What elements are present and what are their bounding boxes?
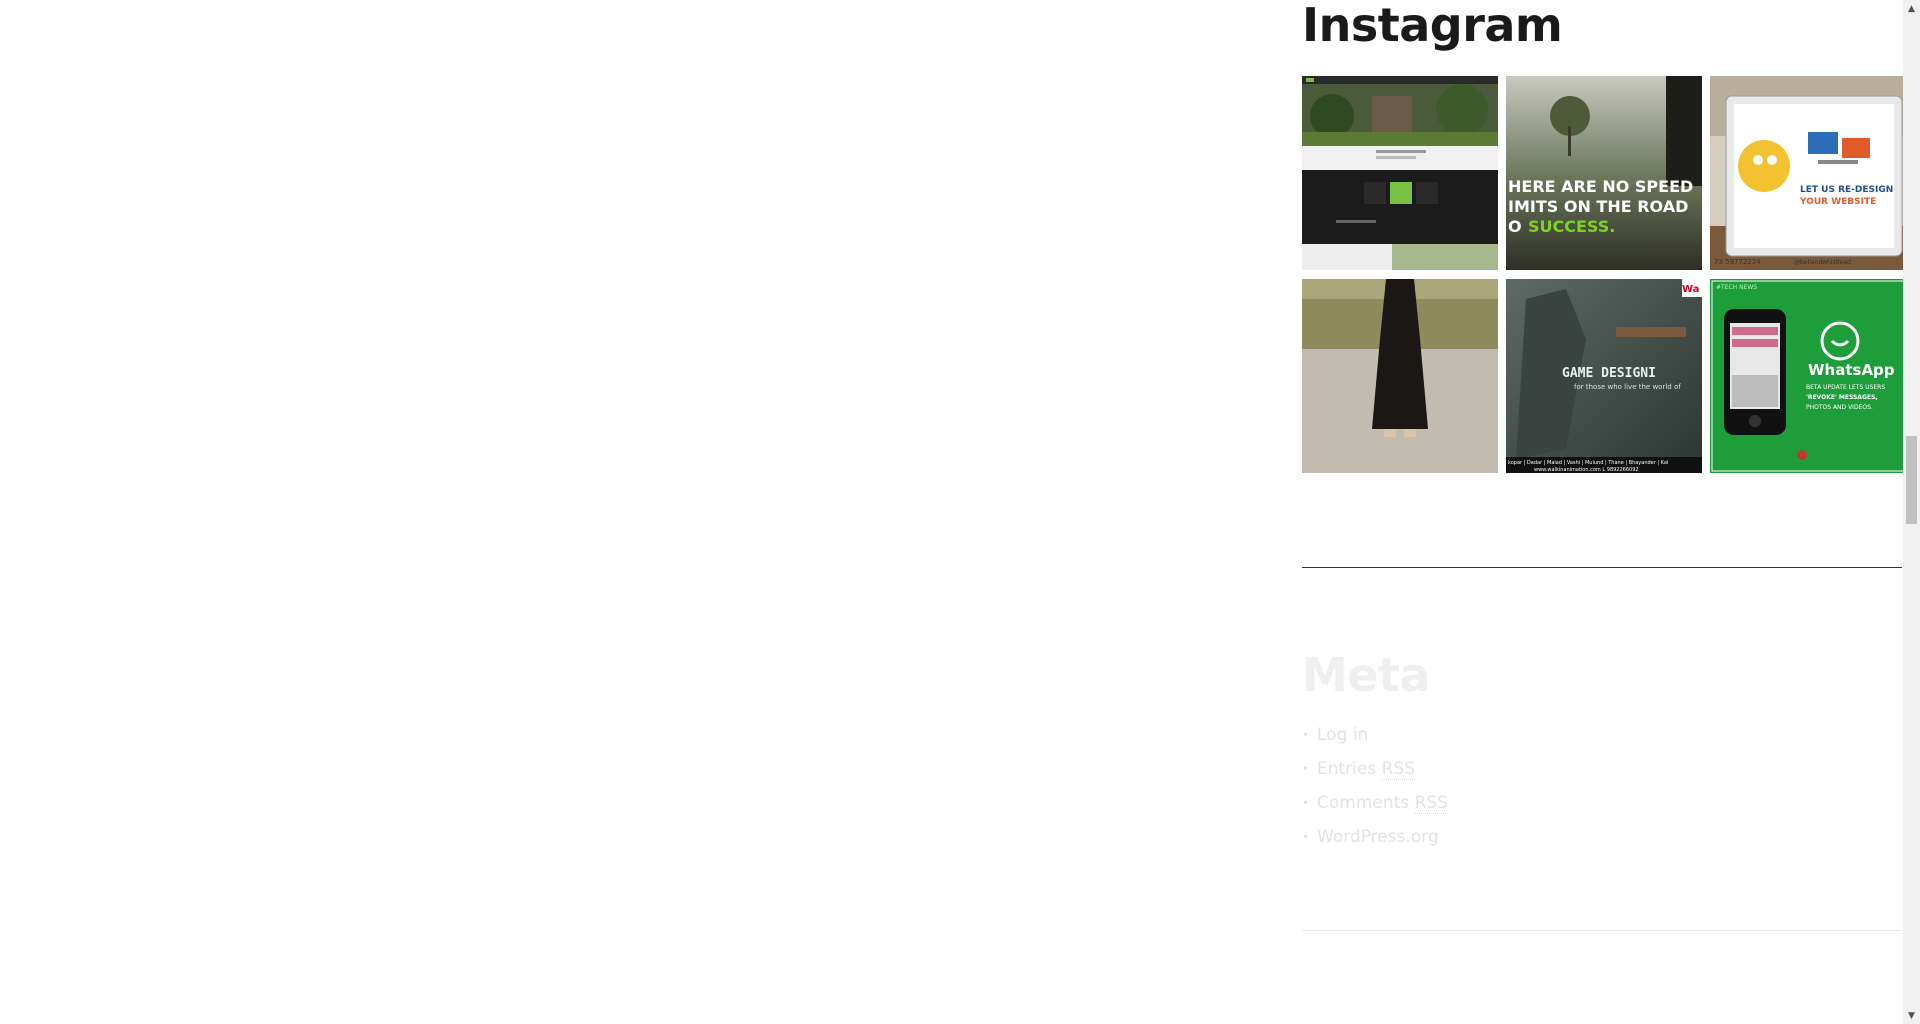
entries-rss-link[interactable]: Entries RSS [1317,759,1416,780]
website-screenshot-image [1302,76,1498,270]
person-photo-image [1302,279,1498,473]
instagram-photo-website[interactable] [1302,76,1498,270]
speed-quote-line-1: HERE ARE NO SPEED [1508,177,1693,196]
list-item: • Entries RSS [1302,752,1902,786]
laptop-ad-image: LET US RE-DESIGN YOUR WEBSITE 73 5977222… [1710,76,1906,270]
game-design-brand: Wa [1682,284,1699,295]
whatsapp-news-image: #TECH NEWS WhatsApp BETA UPDATE LETS USE… [1710,279,1906,473]
whatsapp-news-sub-2: 'REVOKE' MESSAGES, [1806,394,1878,401]
speed-quote-accent: SUCCESS. [1528,217,1615,236]
game-design-headline: GAME DESIGNI [1562,366,1656,381]
whatsapp-news-sub-1: BETA UPDATE LETS USERS [1806,384,1885,391]
whatsapp-news-headline: WhatsApp [1808,361,1895,379]
laptop-ad-line-1: LET US RE-DESIGN [1800,185,1893,195]
list-item: • Log in [1302,718,1902,752]
meta-widget: Meta • Log in • Entries RSS • Comments R… [1302,652,1902,854]
laptop-ad-handle: @bellandwhistlead [1794,259,1851,266]
instagram-widget-title: Instagram [1302,0,1563,52]
instagram-photo-laptop-ad[interactable]: LET US RE-DESIGN YOUR WEBSITE 73 5977222… [1710,76,1906,270]
game-design-locations: kopar | Dadar | Malad | Vashi | Mulund |… [1508,460,1668,466]
bullet-icon: • [1302,762,1310,776]
entries-rss-abbr: RSS [1381,759,1416,780]
instagram-photo-person[interactable] [1302,279,1498,473]
whatsapp-news-sub-3: PHOTOS AND VIDEOS. [1806,404,1873,411]
laptop-ad-phone: 73 59772224 [1714,258,1761,266]
vertical-scrollbar[interactable]: ▲ ▼ [1903,0,1920,1024]
game-design-site: www.walkinanimation.com L 9892266092 [1534,467,1639,473]
game-design-image: Wa GAME DESIGNI for those who live the w… [1506,279,1702,473]
entries-rss-label: Entries [1317,759,1382,779]
bullet-icon: • [1302,728,1310,742]
sidebar: Instagram HERE ARE NO SPEED IMITS ON THE… [1302,0,1906,931]
page: Instagram HERE ARE NO SPEED IMITS ON THE… [0,0,1920,1024]
instagram-photo-game-design[interactable]: Wa GAME DESIGNI for those who live the w… [1506,279,1702,473]
widget-divider [1302,567,1902,568]
instagram-photo-whatsapp-news[interactable]: #TECH NEWS WhatsApp BETA UPDATE LETS USE… [1710,279,1906,473]
instagram-grid: HERE ARE NO SPEED IMITS ON THE ROAD O SU… [1302,76,1906,473]
list-item: • WordPress.org [1302,820,1902,854]
speed-quote-image: HERE ARE NO SPEED IMITS ON THE ROAD O SU… [1506,76,1702,270]
scroll-down-icon[interactable]: ▼ [1903,1007,1920,1024]
comments-rss-link[interactable]: Comments RSS [1317,793,1448,814]
whatsapp-news-badge: #TECH NEWS [1716,284,1757,291]
scrollbar-thumb[interactable] [1906,436,1917,524]
wordpress-org-link[interactable]: WordPress.org [1317,827,1439,847]
bullet-icon: • [1302,830,1310,844]
speed-quote-line-2: IMITS ON THE ROAD [1508,197,1688,216]
widget-divider [1302,930,1902,931]
scroll-up-icon[interactable]: ▲ [1903,0,1920,17]
meta-links-list: • Log in • Entries RSS • Comments RSS • … [1302,718,1902,854]
speed-quote-line-3: O [1508,217,1522,236]
laptop-ad-line-2: YOUR WEBSITE [1799,197,1876,207]
comments-rss-abbr: RSS [1414,793,1448,814]
instagram-photo-speed-quote[interactable]: HERE ARE NO SPEED IMITS ON THE ROAD O SU… [1506,76,1702,270]
log-in-link[interactable]: Log in [1317,725,1368,745]
meta-widget-title: Meta [1302,648,1431,702]
bullet-icon: • [1302,796,1310,810]
instagram-widget: Instagram HERE ARE NO SPEED IMITS ON THE… [1302,0,1906,473]
list-item: • Comments RSS [1302,786,1902,820]
game-design-tagline: for those who live the world of [1574,383,1681,391]
comments-rss-label: Comments [1317,793,1415,813]
